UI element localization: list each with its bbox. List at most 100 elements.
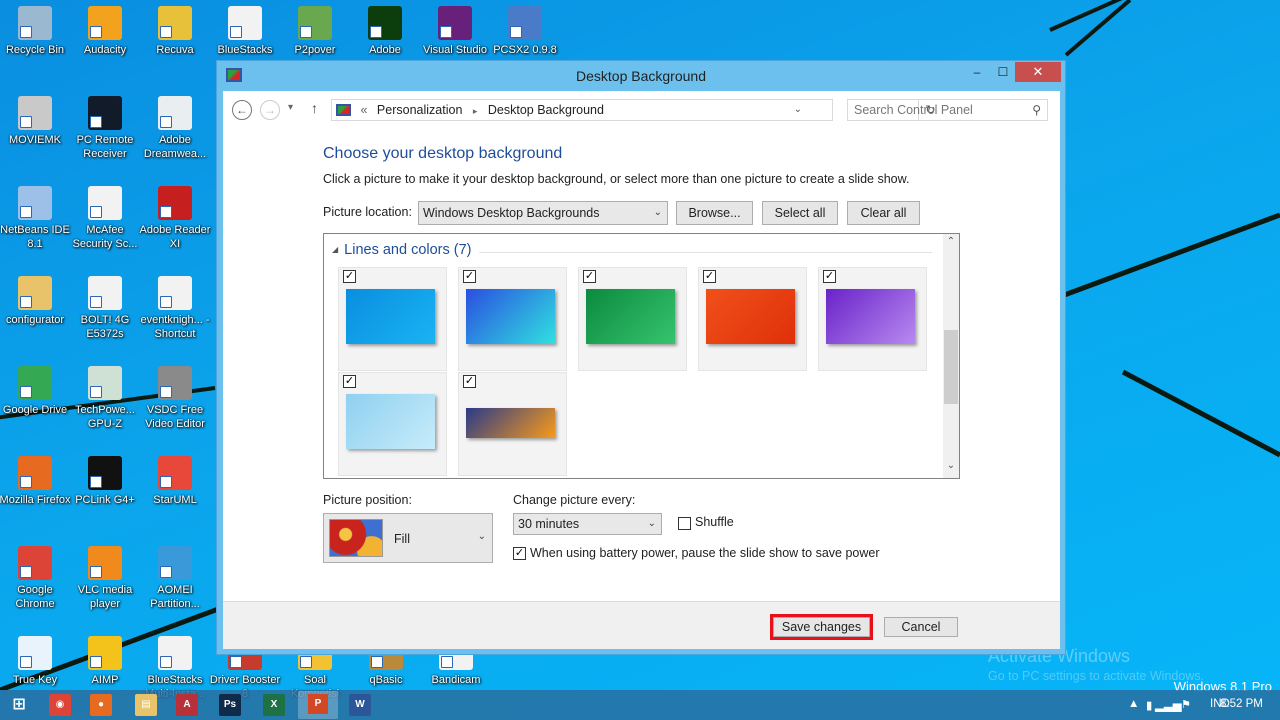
breadcrumb-overflow[interactable]: « xyxy=(360,103,367,117)
desktop-icon-pcsx2-0-9-8[interactable]: PCSX2 0.9.8 xyxy=(489,6,561,57)
desktop-icon-label: Adobe Reader XI xyxy=(139,224,211,250)
picture-thumbnail[interactable] xyxy=(466,408,555,438)
desktop-icon-mcafee-security-sc[interactable]: McAfee Security Sc... xyxy=(69,186,141,251)
desktop-icon-pclink-g4[interactable]: PCLink G4+ xyxy=(69,456,141,507)
picture-tile-orange-swirl[interactable]: ✓ xyxy=(698,267,807,371)
picture-position-select[interactable]: Fill ⌄ xyxy=(323,513,493,563)
desktop-icon-label: VSDC Free Video Editor xyxy=(145,404,205,430)
desktop-icon-vsdc-free-video-editor[interactable]: VSDC Free Video Editor xyxy=(139,366,211,431)
minimize-button[interactable]: – xyxy=(963,62,991,82)
desktop-icon-recycle-bin[interactable]: Recycle Bin xyxy=(0,6,71,57)
taskbar-file-explorer-icon[interactable]: ▤ xyxy=(135,694,157,716)
taskbar-firefox-icon[interactable]: ● xyxy=(90,694,112,716)
desktop-icon-p2pover[interactable]: P2pover xyxy=(279,6,351,57)
picture-checkbox[interactable]: ✓ xyxy=(343,270,356,283)
breadcrumb-personalization[interactable]: Personalization xyxy=(377,103,462,117)
desktop-icon-recuva[interactable]: Recuva xyxy=(139,6,211,57)
desktop-icon-adobe[interactable]: Adobe xyxy=(349,6,421,57)
picture-tile-light-blue-stripe[interactable]: ✓ xyxy=(338,372,447,476)
signal-icon[interactable]: ▂▃▅ xyxy=(1155,698,1182,712)
cancel-button[interactable]: Cancel xyxy=(884,617,958,637)
taskbar-powerpoint-icon[interactable]: P xyxy=(298,691,338,719)
picture-tile-green-swoosh[interactable]: ✓ xyxy=(578,267,687,371)
picture-checkbox[interactable]: ✓ xyxy=(463,375,476,388)
address-dropdown-icon[interactable]: ⌄ xyxy=(794,100,802,120)
taskbar-access-icon[interactable]: A xyxy=(176,694,198,716)
breadcrumb-separator-icon[interactable]: ▸ xyxy=(473,106,478,116)
tray-overflow-icon[interactable]: ▲ xyxy=(1128,698,1139,710)
desktop-icon-staruml[interactable]: StarUML xyxy=(139,456,211,507)
picture-thumbnail[interactable] xyxy=(586,289,675,344)
picture-thumbnail[interactable] xyxy=(346,289,435,344)
desktop-icon-configurator[interactable]: configurator xyxy=(0,276,71,327)
search-input[interactable]: Search Control Panel ⚲ xyxy=(847,99,1048,121)
picture-tile-blue-lines[interactable]: ✓ xyxy=(338,267,447,371)
up-button[interactable]: ↑ xyxy=(311,100,318,116)
taskbar-excel-icon[interactable]: X xyxy=(263,694,285,716)
taskbar-chrome-icon[interactable]: ◉ xyxy=(49,694,71,716)
picture-checkbox[interactable]: ✓ xyxy=(703,270,716,283)
desktop-icon-true-key[interactable]: True Key xyxy=(0,636,71,687)
address-bar[interactable]: « Personalization ▸ Desktop Background ⌄… xyxy=(331,99,936,121)
gallery-scrollbar[interactable]: ⌃ ⌄ xyxy=(943,234,959,478)
desktop-icon-label: configurator xyxy=(5,314,65,326)
desktop-icon-moviemk[interactable]: MOVIEMK xyxy=(0,96,71,147)
clear-all-button[interactable]: Clear all xyxy=(847,201,920,225)
desktop-icon-google-chrome[interactable]: Google Chrome xyxy=(0,546,71,611)
picture-thumbnail[interactable] xyxy=(466,289,555,344)
scroll-down-icon[interactable]: ⌄ xyxy=(943,460,959,476)
picture-tile-blue-fan[interactable]: ✓ xyxy=(458,267,567,371)
desktop-icon-visual-studio[interactable]: Visual Studio xyxy=(419,6,491,57)
desktop-icon-audacity[interactable]: Audacity xyxy=(69,6,141,57)
taskbar-word-icon[interactable]: W xyxy=(349,694,371,716)
change-interval-select[interactable]: 30 minutes ⌄ xyxy=(513,513,662,535)
scroll-up-icon[interactable]: ⌃ xyxy=(943,236,959,252)
desktop-icon-netbeans-ide-8-1[interactable]: NetBeans IDE 8.1 xyxy=(0,186,71,251)
desktop-icon-bluestacks[interactable]: BlueStacks xyxy=(209,6,281,57)
desktop-icon-techpowe-gpu-z[interactable]: TechPowe... GPU-Z xyxy=(69,366,141,431)
back-button[interactable]: ← xyxy=(232,100,252,120)
desktop-icon-vlc-media-player[interactable]: VLC media player xyxy=(69,546,141,611)
desktop-icon-bolt-4g-e5372s[interactable]: BOLT! 4G E5372s xyxy=(69,276,141,341)
desktop-icon-pc-remote-receiver[interactable]: PC Remote Receiver xyxy=(69,96,141,161)
picture-checkbox[interactable]: ✓ xyxy=(463,270,476,283)
select-all-button[interactable]: Select all xyxy=(762,201,838,225)
save-changes-button[interactable]: Save changes xyxy=(773,617,870,637)
desktop-icon-adobe-dreamwea[interactable]: Adobe Dreamwea... xyxy=(139,96,211,161)
desktop-icon-adobe-reader-xi[interactable]: Adobe Reader XI xyxy=(139,186,211,251)
desktop-icon-aomei-partition[interactable]: AOMEI Partition... xyxy=(139,546,211,611)
close-button[interactable]: ✕ xyxy=(1015,62,1061,82)
action-center-flag-icon[interactable]: ⚑ xyxy=(1181,698,1191,711)
taskbar-start-icon[interactable]: ⊞ xyxy=(8,694,30,716)
desktop-icon-google-drive[interactable]: Google Drive xyxy=(0,366,71,417)
picture-checkbox[interactable]: ✓ xyxy=(343,375,356,388)
desktop-icon-label: Audacity xyxy=(83,44,127,56)
picture-thumbnail[interactable] xyxy=(826,289,915,344)
picture-checkbox[interactable]: ✓ xyxy=(583,270,596,283)
picture-thumbnail[interactable] xyxy=(346,394,435,449)
app-icon xyxy=(158,636,192,670)
scrollbar-thumb[interactable] xyxy=(944,330,958,404)
battery-pause-checkbox[interactable]: ✓ xyxy=(513,547,526,560)
desktop-icon-eventknigh-shortcut[interactable]: eventknigh... - Shortcut xyxy=(139,276,211,341)
group-header[interactable]: ◢ Lines and colors (7) xyxy=(332,242,472,258)
picture-checkbox[interactable]: ✓ xyxy=(823,270,836,283)
maximize-button[interactable]: ☐ xyxy=(989,62,1017,82)
desktop-icon-mozilla-firefox[interactable]: Mozilla Firefox xyxy=(0,456,71,507)
desktop-icon-aimp[interactable]: AIMP xyxy=(69,636,141,687)
title-bar[interactable]: Desktop Background – ☐ ✕ xyxy=(217,61,1065,91)
browse-button[interactable]: Browse... xyxy=(676,201,753,225)
picture-thumbnail[interactable] xyxy=(706,289,795,344)
picture-location-select[interactable]: Windows Desktop Backgrounds ⌄ xyxy=(418,201,668,225)
search-icon[interactable]: ⚲ xyxy=(1032,100,1041,120)
picture-tile-purple-waves[interactable]: ✓ xyxy=(818,267,927,371)
taskbar-photoshop-icon[interactable]: Ps xyxy=(219,694,241,716)
shuffle-checkbox[interactable] xyxy=(678,517,691,530)
forward-button[interactable]: → xyxy=(260,100,280,120)
clock[interactable]: 8:52 PM xyxy=(1220,698,1263,710)
breadcrumb-desktop-background[interactable]: Desktop Background xyxy=(488,103,604,117)
picture-tile-orange-building[interactable]: ✓ xyxy=(458,372,567,476)
network-icon[interactable]: ▮ xyxy=(1146,698,1152,712)
collapse-triangle-icon[interactable]: ◢ xyxy=(332,245,338,254)
recent-locations-button[interactable]: ▾ xyxy=(288,102,293,113)
